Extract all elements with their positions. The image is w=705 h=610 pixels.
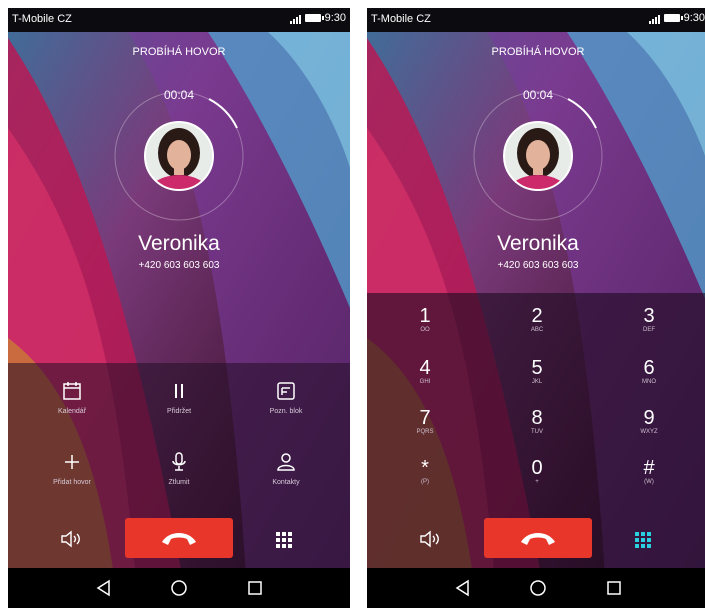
notepad-icon: [277, 382, 295, 400]
contact-name: Veronika: [138, 232, 220, 255]
contact-name: Veronika: [497, 232, 579, 255]
dialpad-key-letters: GHI: [419, 379, 431, 385]
contacts-button[interactable]: Kontakty: [236, 451, 336, 486]
dialpad-key-digit: 8: [531, 407, 543, 429]
dialpad-key-letters: MNO: [642, 379, 656, 385]
battery-icon: [663, 14, 683, 22]
dialpad-key-digit: 3: [643, 305, 655, 327]
end-call-icon: [521, 533, 555, 545]
dialpad-key-digit: *: [421, 457, 429, 479]
home-icon[interactable]: [528, 578, 548, 598]
end-call-icon: [162, 533, 196, 545]
dialpad-key[interactable]: 6 MNO: [619, 358, 679, 386]
hold-button[interactable]: Přidržet: [129, 380, 229, 415]
dialpad-key-letters: (W): [644, 479, 654, 485]
dialpad-key-digit: 4: [419, 357, 431, 379]
dialpad-key-digit: 6: [643, 357, 655, 379]
dialpad-key[interactable]: 4 GHI: [395, 358, 455, 386]
call-screen-left: T-Mobile CZ 9:30 PROBÍHÁ HOVOR 00:04 Ver…: [8, 8, 350, 608]
plus-icon: [65, 455, 79, 469]
calendar-button[interactable]: Kalendář: [22, 380, 122, 415]
call-timer: 00:04: [163, 88, 195, 102]
notepad-label: Pozn. blok: [269, 408, 303, 415]
dialpad-key[interactable]: 1 OO: [395, 306, 455, 334]
dialpad-key-digit: 7: [419, 407, 431, 429]
dialpad-key-digit: #: [643, 457, 655, 479]
dialpad-key[interactable]: * (P): [395, 458, 455, 486]
dialpad-key[interactable]: # (W): [619, 458, 679, 486]
end-call-button[interactable]: [125, 518, 233, 558]
contact-avatar: [503, 121, 573, 191]
dialpad-key-letters: ABC: [530, 327, 544, 333]
recents-icon[interactable]: [604, 578, 624, 598]
dialpad-key[interactable]: 8 TUV: [507, 408, 567, 436]
dialpad-key-letters: PQRS: [416, 429, 434, 435]
contact-number: +420 603 603 603: [497, 260, 579, 271]
dialpad-key-letters: WXYZ: [640, 429, 658, 435]
dialpad-key-letters: (P): [421, 479, 429, 485]
person-icon: [277, 453, 295, 471]
add-call-label: Přidat hovor: [53, 479, 91, 486]
call-control-row: [367, 518, 705, 562]
dialpad-key-digit: 0: [531, 457, 543, 479]
dialpad-key[interactable]: 2 ABC: [507, 306, 567, 334]
back-icon[interactable]: [453, 578, 473, 598]
status-bar: T-Mobile CZ 9:30: [8, 8, 350, 32]
dialpad-key[interactable]: 9 WXYZ: [619, 408, 679, 436]
add-call-button[interactable]: Přidat hovor: [22, 451, 122, 486]
contact-number: +420 603 603 603: [138, 260, 220, 271]
calendar-icon: [63, 382, 81, 400]
dialpad-icon[interactable]: [633, 530, 653, 550]
microphone-icon: [172, 452, 186, 471]
dialpad-icon[interactable]: [274, 530, 294, 550]
call-timer: 00:04: [522, 88, 554, 102]
navigation-bar: [8, 568, 350, 608]
carrier-name: T-Mobile CZ: [12, 13, 72, 25]
speaker-icon[interactable]: [60, 530, 82, 548]
signal-icon: [289, 13, 301, 24]
speaker-icon[interactable]: [419, 530, 441, 548]
dialpad-key[interactable]: 5 JKL: [507, 358, 567, 386]
calendar-label: Kalendář: [57, 408, 87, 415]
recents-icon[interactable]: [245, 578, 265, 598]
hold-label: Přidržet: [166, 408, 192, 415]
call-control-row: [8, 518, 350, 562]
call-screen-right: T-Mobile CZ 9:30 PROBÍHÁ HOVOR 00:04 Ver…: [367, 8, 705, 608]
status-bar: T-Mobile CZ 9:30: [367, 8, 705, 32]
dialpad-key-letters: JKL: [531, 379, 543, 385]
clock: 9:30: [324, 12, 346, 24]
pause-icon: [175, 384, 183, 398]
dialpad-key-digit: 5: [531, 357, 543, 379]
dialpad-key-letters: +: [535, 479, 539, 485]
clock: 9:30: [683, 12, 705, 24]
call-state-label: PROBÍHÁ HOVOR: [491, 46, 585, 58]
dialpad-key-digit: 9: [643, 407, 655, 429]
dialpad-key[interactable]: 0 +: [507, 458, 567, 486]
dialpad-key-letters: TUV: [531, 429, 543, 435]
dialpad-key-letters: DEF: [643, 327, 655, 333]
end-call-button[interactable]: [484, 518, 592, 558]
dialpad-key-digit: 1: [419, 305, 431, 327]
call-state-label: PROBÍHÁ HOVOR: [132, 46, 226, 58]
dialpad-key-letters: OO: [420, 327, 430, 333]
mute-button[interactable]: Ztlumit: [129, 451, 229, 486]
contact-avatar: [144, 121, 214, 191]
battery-icon: [304, 14, 324, 22]
back-icon[interactable]: [94, 578, 114, 598]
signal-icon: [648, 13, 660, 24]
home-icon[interactable]: [169, 578, 189, 598]
dialpad-key-digit: 2: [531, 305, 543, 327]
dialpad-key[interactable]: 3 DEF: [619, 306, 679, 334]
navigation-bar: [367, 568, 705, 608]
mute-label: Ztlumit: [168, 479, 190, 486]
carrier-name: T-Mobile CZ: [371, 13, 431, 25]
dialpad-key[interactable]: 7 PQRS: [395, 408, 455, 436]
contacts-label: Kontakty: [272, 479, 300, 486]
notepad-button[interactable]: Pozn. blok: [236, 380, 336, 415]
